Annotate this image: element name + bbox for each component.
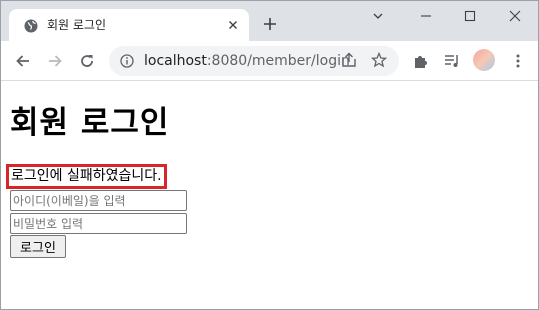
bookmark-star-icon[interactable] xyxy=(371,52,387,68)
reload-icon[interactable] xyxy=(79,53,95,69)
close-window-icon[interactable] xyxy=(508,9,522,23)
close-tab-icon[interactable] xyxy=(225,17,241,33)
url-path: :8080/member/login xyxy=(206,53,350,69)
globe-icon xyxy=(24,19,38,33)
media-control-icon[interactable] xyxy=(444,53,460,69)
url-host: localhost xyxy=(144,53,207,69)
new-tab-icon[interactable] xyxy=(263,17,277,31)
forward-arrow-icon[interactable] xyxy=(47,53,63,69)
tab-search-chevron-icon[interactable] xyxy=(371,9,385,23)
browser-toolbar: localhost:8080/member/login xyxy=(1,41,538,81)
tab-title: 회원 로그인 xyxy=(47,18,107,32)
maximize-icon[interactable] xyxy=(463,9,477,23)
login-button[interactable]: 로그인 xyxy=(10,235,66,258)
page-content: 회원 로그인 로그인에 실패하였습니다. 로그인 xyxy=(1,82,538,310)
password-input[interactable] xyxy=(10,213,187,234)
tab-strip: 회원 로그인 xyxy=(1,1,538,41)
url-text: localhost:8080/member/login xyxy=(144,53,350,69)
minimize-icon[interactable] xyxy=(419,9,433,23)
share-icon[interactable] xyxy=(341,52,357,68)
site-info-icon[interactable] xyxy=(120,54,134,68)
profile-avatar[interactable] xyxy=(473,49,495,71)
more-menu-icon[interactable] xyxy=(510,53,526,69)
page-title: 회원 로그인 xyxy=(10,105,170,141)
email-id-input[interactable] xyxy=(10,190,187,211)
browser-tab[interactable]: 회원 로그인 xyxy=(9,9,249,41)
login-error-message: 로그인에 실패하였습니다. xyxy=(6,164,167,189)
browser-window: 회원 로그인 localhost:8080/member/login 회원 로그… xyxy=(0,0,539,310)
extensions-puzzle-icon[interactable] xyxy=(413,53,429,69)
back-arrow-icon[interactable] xyxy=(15,53,31,69)
